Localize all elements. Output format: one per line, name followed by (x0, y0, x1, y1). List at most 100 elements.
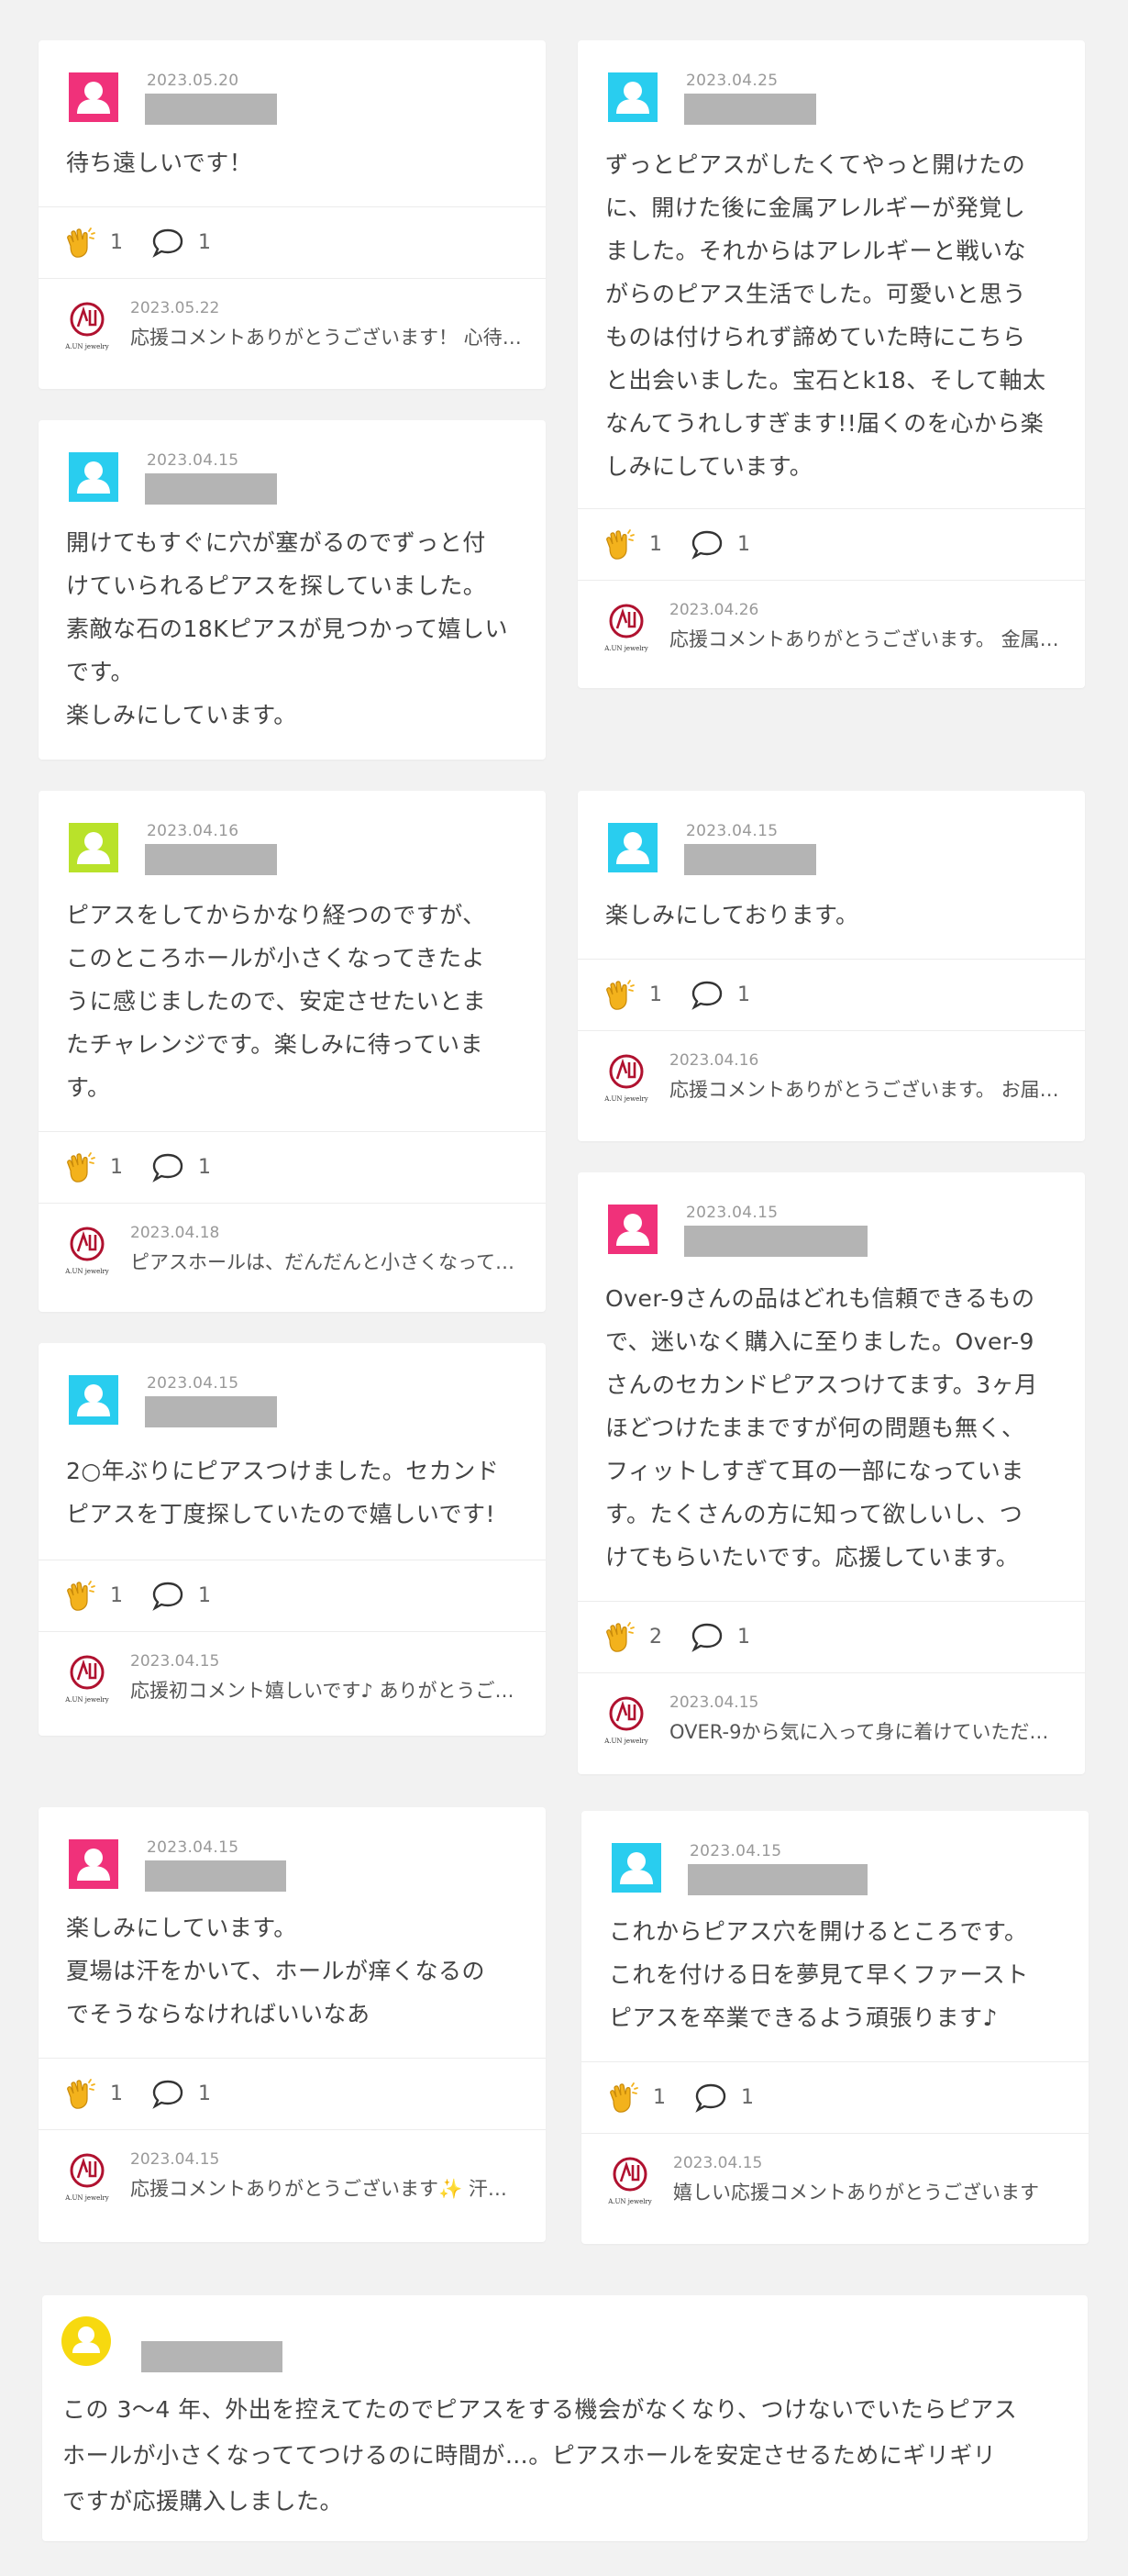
comment-button[interactable]: 1 (690, 978, 750, 1013)
comment-bubble-icon (695, 2083, 726, 2113)
redacted-username (145, 473, 277, 505)
avatar[interactable] (62, 816, 125, 879)
aun-jewelry-logo: A.UN jewelry (64, 1655, 109, 1704)
avatar[interactable] (62, 1833, 125, 1895)
reply-text: ピアスホールは、だんだんと小さくなってしまいますよね (130, 1251, 522, 1273)
reply-date: 2023.04.15 (673, 2154, 763, 2172)
clap-count: 1 (649, 983, 662, 1006)
owner-reply[interactable]: A.UN jewelry 2023.05.22 応援コメントありがとうございます… (39, 278, 546, 372)
logo-wordmark: A.UN jewelry (603, 1095, 648, 1103)
clap-button[interactable]: 1 (62, 2077, 123, 2112)
clap-button[interactable]: 1 (602, 978, 662, 1013)
reply-text: 応援コメントありがとうございます✨ 汗をかく季節も (130, 2178, 522, 2200)
comment-button[interactable]: 1 (150, 2077, 211, 2112)
clap-hands-icon (606, 1621, 635, 1652)
clap-button[interactable]: 1 (62, 226, 123, 261)
user-avatar-icon (69, 823, 118, 872)
clap-button[interactable]: 1 (62, 1579, 123, 1614)
user-avatar-icon (608, 72, 658, 122)
avatar[interactable] (605, 1837, 668, 1899)
review-card: 2023.04.25 ずっとピアスがしたくてやっと開けたの に、開けた後に金属ア… (578, 40, 1085, 688)
redacted-username (684, 94, 816, 125)
review-card: この 3〜4 年、外出を控えてたのでピアスをする機会がなくなり、つけないでいたら… (42, 2295, 1088, 2541)
reaction-bar: 1 1 (581, 2061, 1089, 2133)
avatar[interactable] (62, 1369, 125, 1431)
comment-button[interactable]: 1 (150, 1579, 211, 1614)
logo-wordmark: A.UN jewelry (64, 343, 109, 350)
review-text: ずっとピアスがしたくてやっと開けたの に、開けた後に金属アレルギーが発覚し まし… (605, 151, 1046, 480)
reaction-bar: 2 1 (578, 1601, 1085, 1672)
avatar[interactable] (62, 66, 125, 128)
clap-count: 1 (110, 231, 123, 254)
clap-button[interactable]: 1 (602, 527, 662, 562)
clap-button[interactable]: 1 (62, 1150, 123, 1185)
user-avatar-icon (69, 72, 118, 122)
reaction-bar: 1 1 (578, 959, 1085, 1030)
review-text: 楽しみにしています。 夏場は汗をかいて、ホールが痒くなるの でそうならなければい… (66, 1915, 486, 2027)
comment-button[interactable]: 1 (150, 1150, 211, 1185)
owner-reply[interactable]: A.UN jewelry 2023.04.15 応援コメントありがとうございます… (39, 2129, 546, 2225)
comment-count: 1 (198, 231, 211, 254)
clap-count: 1 (110, 1156, 123, 1179)
clap-button[interactable]: 1 (605, 2081, 666, 2115)
aun-jewelry-logo: A.UN jewelry (64, 2152, 110, 2204)
owner-reply[interactable]: A.UN jewelry 2023.04.16 応援コメントありがとうございます… (578, 1030, 1085, 1126)
review-date: 2023.04.25 (686, 72, 779, 90)
user-avatar-icon (69, 1375, 118, 1425)
comment-bubble-icon (152, 228, 183, 258)
review-card: 2023.04.15 これからピアス穴を開けるところです。 これを付ける日を夢見… (581, 1811, 1089, 2244)
owner-reply[interactable]: A.UN jewelry 2023.04.26 応援コメントありがとうございます… (578, 580, 1085, 675)
user-avatar-icon (608, 823, 658, 872)
owner-reply[interactable]: A.UN jewelry 2023.04.15 OVER-9から気に入って身に着… (578, 1672, 1085, 1768)
clap-hands-icon (67, 227, 95, 258)
logo-wordmark: A.UN jewelry (603, 645, 648, 652)
avatar[interactable] (62, 446, 125, 508)
comment-button[interactable]: 1 (690, 1620, 750, 1655)
aun-jewelry-logo: A.UN jewelry (64, 302, 109, 350)
review-card: 2023.04.15 Over-9さんの品はどれも信頼できるもの で、迷いなく購… (578, 1172, 1085, 1774)
comment-bubble-icon (691, 530, 723, 560)
avatar[interactable] (602, 66, 664, 128)
aun-jewelry-logo: A.UN jewelry (603, 604, 648, 652)
reply-date: 2023.05.22 (130, 299, 220, 317)
reply-text: 嬉しい応援コメントありがとうございます (673, 2182, 1039, 2204)
review-text: 楽しみにしております。 (605, 902, 859, 928)
review-text: ピアスをしてからかなり経つのですが、 このところホールが小さくなってきたよ うに… (66, 902, 487, 1101)
clap-button[interactable]: 2 (602, 1620, 662, 1655)
comment-button[interactable]: 1 (693, 2081, 754, 2115)
review-date: 2023.04.15 (147, 1838, 239, 1857)
review-text: 待ち遠しいです！ (66, 150, 253, 176)
comment-count: 1 (737, 983, 750, 1006)
clap-hands-icon (606, 979, 635, 1010)
reply-text: 応援初コメント嬉しいです♪ ありがとうございます (130, 1680, 522, 1702)
redacted-username (145, 94, 277, 125)
comment-button[interactable]: 1 (150, 226, 211, 261)
review-card: 2023.04.16 ピアスをしてからかなり経つのですが、 このところホールが小… (39, 791, 546, 1312)
reaction-bar: 1 1 (39, 1131, 546, 1203)
owner-reply[interactable]: A.UN jewelry 2023.04.15 応援初コメント嬉しいです♪ あり… (39, 1631, 546, 1727)
comment-count: 1 (198, 1156, 211, 1179)
user-avatar-icon (69, 1839, 118, 1889)
avatar[interactable] (602, 1198, 664, 1260)
aun-jewelry-logo: A.UN jewelry (603, 1054, 648, 1103)
aun-jewelry-logo: A.UN jewelry (64, 1227, 109, 1275)
comment-bubble-icon (152, 2080, 183, 2109)
avatar[interactable] (55, 2310, 117, 2372)
owner-reply[interactable]: A.UN jewelry 2023.04.15 嬉しい応援コメントありがとうござ… (581, 2133, 1089, 2228)
clap-hands-icon (606, 528, 635, 560)
comment-count: 1 (737, 1626, 750, 1649)
redacted-username (688, 1864, 868, 1895)
clap-count: 2 (649, 1626, 662, 1649)
reaction-bar: 1 1 (578, 508, 1085, 580)
owner-reply[interactable]: A.UN jewelry 2023.04.18 ピアスホールは、だんだんと小さく… (39, 1203, 546, 1298)
user-avatar-icon (608, 1205, 658, 1254)
review-date: 2023.04.16 (147, 822, 239, 840)
logo-wordmark: A.UN jewelry (64, 2194, 109, 2202)
comment-button[interactable]: 1 (690, 527, 750, 562)
reaction-bar: 1 1 (39, 206, 546, 278)
reply-date: 2023.04.15 (669, 1693, 759, 1712)
review-card: 2023.04.15 開けてもすぐに穴が塞がるのでずっと付 けていられるピアスを… (39, 420, 546, 760)
comment-bubble-icon (691, 1623, 723, 1652)
redacted-username (141, 2341, 282, 2372)
avatar[interactable] (602, 816, 664, 879)
